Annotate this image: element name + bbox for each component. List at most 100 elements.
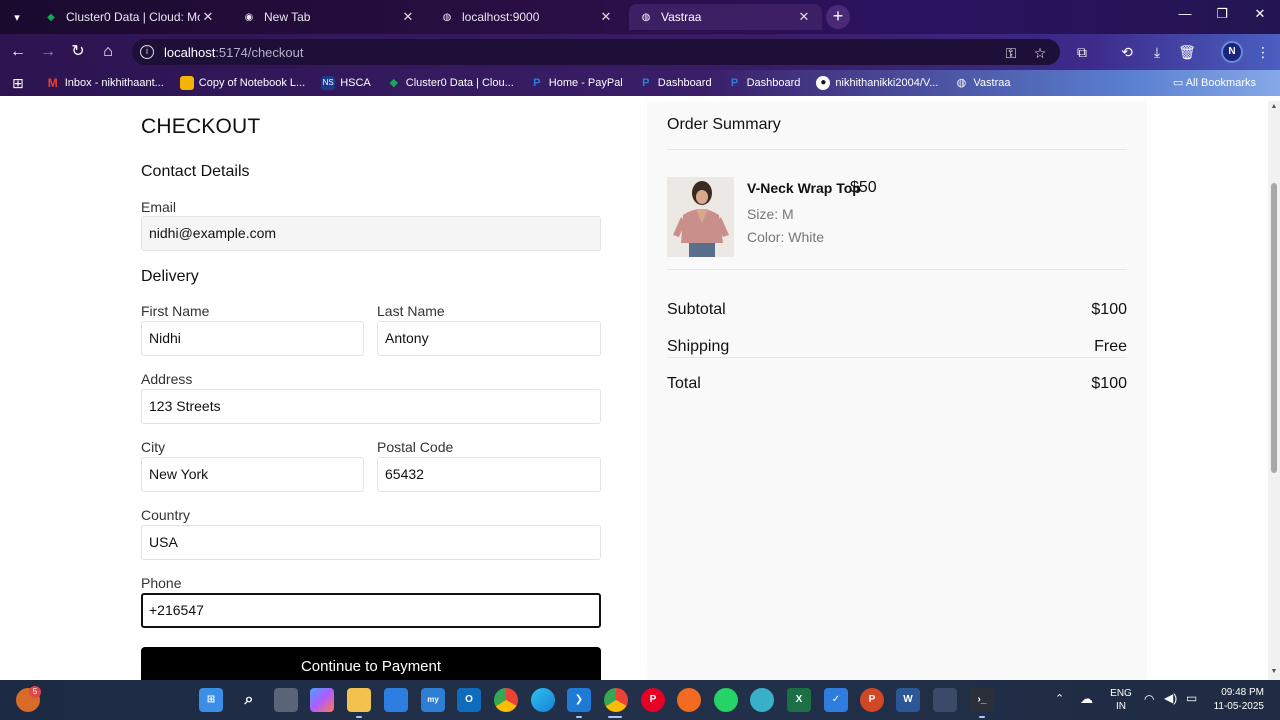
extensions-icon[interactable]: ⧉	[1071, 44, 1093, 61]
all-bookmarks[interactable]: ▭ All Bookmarks	[1173, 76, 1256, 89]
profile-avatar[interactable]: N	[1221, 41, 1243, 63]
subtotal-label: Subtotal	[667, 301, 726, 318]
bookmark-dashboard-2[interactable]: P Dashboard	[728, 76, 801, 90]
battery-icon[interactable]: ▭	[1186, 691, 1197, 705]
bookmark-notebook[interactable]: Copy of Notebook L...	[179, 76, 305, 90]
todo-icon[interactable]: ✓	[824, 688, 848, 712]
phone-field[interactable]: +216547	[141, 593, 601, 628]
scroll-down-icon[interactable]: ▼	[1270, 668, 1278, 675]
postman-icon[interactable]	[677, 688, 701, 712]
copilot-icon[interactable]	[310, 688, 334, 712]
tab-title: New Tab	[264, 10, 311, 24]
scrollbar-thumb[interactable]	[1271, 183, 1277, 473]
first-name-field[interactable]: Nidhi	[141, 321, 364, 356]
page-scrollbar[interactable]: ▲ ▼	[1268, 101, 1280, 680]
back-arrow-icon[interactable]: ←	[8, 42, 28, 62]
last-name-field[interactable]: Antony	[377, 321, 601, 356]
maximize-icon[interactable]: ❐	[1207, 6, 1237, 22]
email-field[interactable]: nidhi@example.com	[141, 216, 601, 251]
people-icon[interactable]	[750, 688, 774, 712]
excel-icon[interactable]: X	[787, 688, 811, 712]
running-indicator	[356, 716, 362, 718]
tab-title: localhost:9000	[462, 10, 540, 24]
history-icon[interactable]: ⟲	[1116, 44, 1138, 61]
volume-icon[interactable]: ◀)	[1164, 691, 1177, 705]
bookmark-paypal-home[interactable]: P Home - PayPal	[530, 76, 623, 90]
windows-start-icon[interactable]: ⊞	[199, 688, 223, 712]
postal-code-field[interactable]: 65432	[377, 457, 601, 492]
close-window-icon[interactable]: ✕	[1245, 6, 1275, 22]
home-icon[interactable]: ⌂	[98, 42, 118, 62]
apps-grid-icon[interactable]: ⊞	[12, 75, 24, 92]
powerpoint-icon[interactable]: P	[860, 688, 884, 712]
chrome-icon[interactable]	[494, 688, 518, 712]
notification-badge: 5	[29, 686, 41, 698]
tab-vastraa[interactable]: ◍ Vastraa ✕	[629, 4, 822, 30]
menu-kebab-icon[interactable]: ⋮	[1252, 44, 1274, 61]
country-field[interactable]: USA	[141, 525, 601, 560]
bookmark-label: Dashboard	[746, 77, 801, 89]
address-label: Address	[141, 371, 193, 387]
snipping-tool-icon[interactable]	[933, 688, 957, 712]
wifi-icon[interactable]: ◠	[1144, 692, 1154, 706]
address-field[interactable]: 123 Streets	[141, 389, 601, 424]
site-info-icon[interactable]: i	[140, 45, 154, 59]
tab-localhost-9000[interactable]: ◍ localhost:9000 ✕	[430, 4, 624, 30]
vscode-icon[interactable]: ❯	[567, 688, 591, 712]
city-field[interactable]: New York	[141, 457, 364, 492]
chevron-up-icon[interactable]: ⌃	[1055, 692, 1064, 705]
bookmark-github[interactable]: ● nikhithanikki2004/V...	[816, 76, 938, 90]
onedrive-cloud-icon[interactable]: ☁	[1080, 691, 1093, 707]
forward-arrow-icon[interactable]: →	[38, 42, 58, 62]
close-icon[interactable]: ✕	[796, 9, 812, 25]
bookmark-cluster0[interactable]: ◆ Cluster0 Data | Clou...	[387, 76, 514, 90]
whatsapp-icon[interactable]	[714, 688, 738, 712]
bookmark-inbox[interactable]: M Inbox - nikhithaant...	[46, 76, 164, 90]
city-label: City	[141, 439, 166, 455]
task-view-icon[interactable]	[274, 688, 298, 712]
edge-icon[interactable]	[531, 688, 555, 712]
search-icon[interactable]: ⌕	[237, 688, 261, 712]
language-code: ENG	[1110, 688, 1132, 699]
file-explorer-icon[interactable]	[347, 688, 371, 712]
key-icon[interactable]: ⚿	[1000, 45, 1022, 62]
microsoft-store-icon[interactable]	[384, 688, 408, 712]
product-name: V-Neck Wrap Top	[747, 180, 861, 196]
checkout-page: CHECKOUT Contact Details Email nidhi@exa…	[0, 101, 1268, 680]
folder-icon: ▭	[1172, 77, 1184, 89]
bookmark-hsca[interactable]: NS HSCA	[321, 76, 371, 90]
tab-mongodb[interactable]: ◆ Cluster0 Data | Cloud: MongoDB ✕	[34, 4, 226, 30]
url-host: localhost	[164, 44, 216, 60]
system-clock[interactable]: 09:48 PM 11-05-2025	[1208, 686, 1264, 714]
postal-code-label: Postal Code	[377, 439, 454, 455]
tab-new-tab[interactable]: ◉ New Tab ✕	[232, 4, 426, 30]
language-indicator[interactable]: ENG IN	[1108, 687, 1134, 713]
order-summary-panel: Order Summary V-Neck Wrap Top $50 Size: …	[647, 101, 1147, 680]
star-icon[interactable]: ☆	[1029, 45, 1051, 62]
mysql-icon[interactable]: my	[421, 688, 445, 712]
new-tab-button[interactable]: +	[826, 5, 850, 29]
reload-icon[interactable]: ↻	[68, 42, 88, 62]
close-icon[interactable]: ✕	[598, 9, 614, 25]
address-bar[interactable]: i localhost:5174/checkout ⚿ ☆	[132, 39, 1060, 65]
subtotal-value: $100	[1091, 301, 1127, 318]
minimize-icon[interactable]: —	[1170, 6, 1200, 21]
bookmark-dashboard-1[interactable]: P Dashboard	[639, 76, 712, 90]
trash-icon[interactable]: 🗑	[1176, 44, 1198, 61]
scroll-up-icon[interactable]: ▲	[1270, 103, 1278, 110]
running-indicator	[979, 716, 985, 718]
outlook-icon[interactable]: O	[457, 688, 481, 712]
continue-to-payment-button[interactable]: Continue to Payment	[141, 647, 601, 680]
product-price: $50	[850, 179, 877, 196]
running-indicator	[608, 716, 622, 718]
bookmark-vastraa[interactable]: ◍ Vastraa	[954, 76, 1011, 90]
tab-search-chevron-icon[interactable]: ▾	[6, 6, 28, 28]
download-icon[interactable]: ⤓	[1146, 44, 1168, 61]
close-icon[interactable]: ✕	[200, 9, 216, 25]
word-icon[interactable]: W	[896, 688, 920, 712]
close-icon[interactable]: ✕	[400, 9, 416, 25]
terminal-icon[interactable]: ›_	[970, 688, 994, 712]
pinterest-icon[interactable]: P	[641, 688, 665, 712]
chrome-profile-icon[interactable]	[604, 688, 628, 712]
shipping-value: Free	[1094, 338, 1127, 355]
